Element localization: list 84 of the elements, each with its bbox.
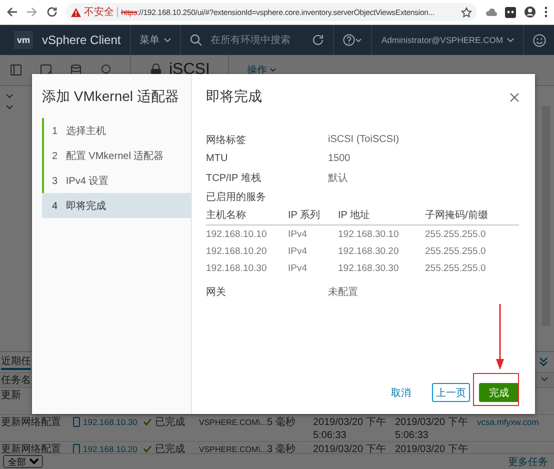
reload-icon[interactable] — [46, 6, 58, 18]
collapse-icon[interactable] — [539, 356, 548, 367]
wizard-step[interactable]: 4 即将完成 — [42, 193, 191, 218]
column-header[interactable]: 任务名 — [1, 372, 31, 387]
table-cell-text: 192.168.30.20 — [338, 246, 400, 257]
logo[interactable]: vm — [14, 31, 34, 49]
task-duration: 5 毫秒 — [267, 416, 296, 429]
property-label: 网络标签 — [206, 134, 247, 146]
check-icon — [143, 445, 152, 454]
account-icon[interactable] — [524, 6, 536, 18]
product-name: vSphere Client — [42, 33, 121, 47]
warning-icon — [71, 8, 81, 16]
task-name: 更新网络配置 — [0, 442, 62, 454]
queued-time: 2019/03/20 下午 5:06:33 — [313, 416, 387, 442]
highlight-rectangle — [473, 373, 519, 406]
queued-time: 2019/03/20 下午 — [313, 442, 387, 454]
check-icon — [143, 418, 152, 426]
menu-icon[interactable] — [544, 6, 548, 18]
task-duration: 3 毫秒 — [267, 442, 296, 454]
host-icon — [73, 444, 80, 454]
property-label: 已启用的服务 — [206, 190, 267, 204]
start-time: 2019/03/20 下午 5:06:33 — [395, 416, 469, 442]
back-icon[interactable] — [6, 6, 18, 18]
close-icon[interactable] — [510, 92, 519, 102]
arrow — [496, 304, 504, 370]
property-label: 网关 — [206, 286, 227, 298]
property-value: 未配置 — [328, 286, 358, 298]
caret-icon — [164, 38, 171, 42]
help-icon[interactable] — [343, 34, 362, 46]
user-menu[interactable]: Administrator@VSPHERE.COM — [381, 35, 514, 45]
actions-dropdown[interactable]: 操作 — [246, 63, 276, 77]
task-status: 已完成 — [155, 416, 185, 429]
property-value: 默认 — [328, 172, 348, 184]
property-label: TCP/IP 堆栈 — [206, 172, 262, 184]
filter-dropdown[interactable]: 全部 — [3, 455, 43, 468]
wizard-step[interactable]: 1 选择主机 — [42, 118, 191, 143]
search-icon — [190, 34, 202, 46]
caret-icon — [507, 38, 514, 42]
task-status: 已完成 — [155, 442, 185, 454]
table-cell-text: 192.168.10.30 — [206, 263, 268, 274]
chevron-icon[interactable] — [541, 377, 548, 382]
smiley-icon[interactable] — [533, 34, 546, 46]
finish-button[interactable]: 完成 — [479, 383, 519, 402]
task-initiator: VSPHERE.COM\... — [199, 416, 267, 429]
table-cell: 255.255.255.0 — [425, 263, 486, 274]
wizard-step[interactable]: 2 配置 VMkernel 适配器 — [42, 143, 191, 168]
target-link[interactable]: 192.168.10.30 — [83, 416, 138, 429]
storage-icon[interactable] — [70, 64, 82, 76]
task-initiator: VSPHERE.COM\... — [199, 444, 267, 454]
star-icon[interactable] — [461, 6, 472, 18]
task-name: 更新 — [0, 388, 22, 402]
security-warning: 不安全 — [84, 6, 114, 19]
table-cell-text: 192.168.30.30 — [338, 263, 400, 274]
table-cell-text: IPv4 — [288, 246, 308, 257]
table-cell-text: 192.168.10.20 — [206, 246, 268, 257]
table-cell-text: IPv4 — [288, 229, 308, 240]
server-link[interactable]: vcsa.mfyxw.com — [477, 416, 539, 429]
property-value: iSCSI (ToiSCSI) — [328, 134, 400, 145]
column-header: 主机名称 — [206, 208, 247, 222]
property-value: 1500 — [328, 153, 350, 164]
page-title: 即将完成 — [206, 88, 262, 106]
table-cell: 255.255.255.0 — [425, 229, 486, 240]
cloud-icon[interactable] — [485, 7, 497, 17]
menu-dropdown[interactable]: 菜单 — [140, 33, 171, 47]
task-name: 更新网络配置 — [0, 416, 62, 429]
table-cell: 255.255.255.0 — [425, 246, 486, 257]
table-cell-text: 192.168.30.10 — [338, 229, 400, 240]
column-header: IP 系列 — [288, 208, 322, 222]
host-icon — [73, 417, 80, 428]
start-time: 2019/03/20 下午 — [395, 442, 469, 454]
target-link[interactable]: 192.168.10.20 — [83, 442, 138, 454]
column-header: 子网掩码/前缀 — [425, 209, 488, 222]
cancel-button[interactable]: 取消 — [385, 384, 417, 400]
extension-icon[interactable] — [505, 6, 516, 18]
caret-icon — [270, 68, 276, 72]
more-tasks-link[interactable]: 更多任务 — [508, 454, 548, 469]
object-title: iSCSI — [169, 61, 210, 79]
refresh-icon[interactable] — [312, 34, 324, 46]
dialog-title: 添加 VMkernel 适配器 — [42, 88, 180, 106]
property-label: MTU — [206, 153, 229, 164]
back-button[interactable]: 上一页 — [432, 383, 470, 402]
table-cell-text: 192.168.10.10 — [206, 229, 268, 240]
column-header: IP 地址 — [338, 208, 372, 222]
table-cell-text: IPv4 — [288, 263, 308, 274]
